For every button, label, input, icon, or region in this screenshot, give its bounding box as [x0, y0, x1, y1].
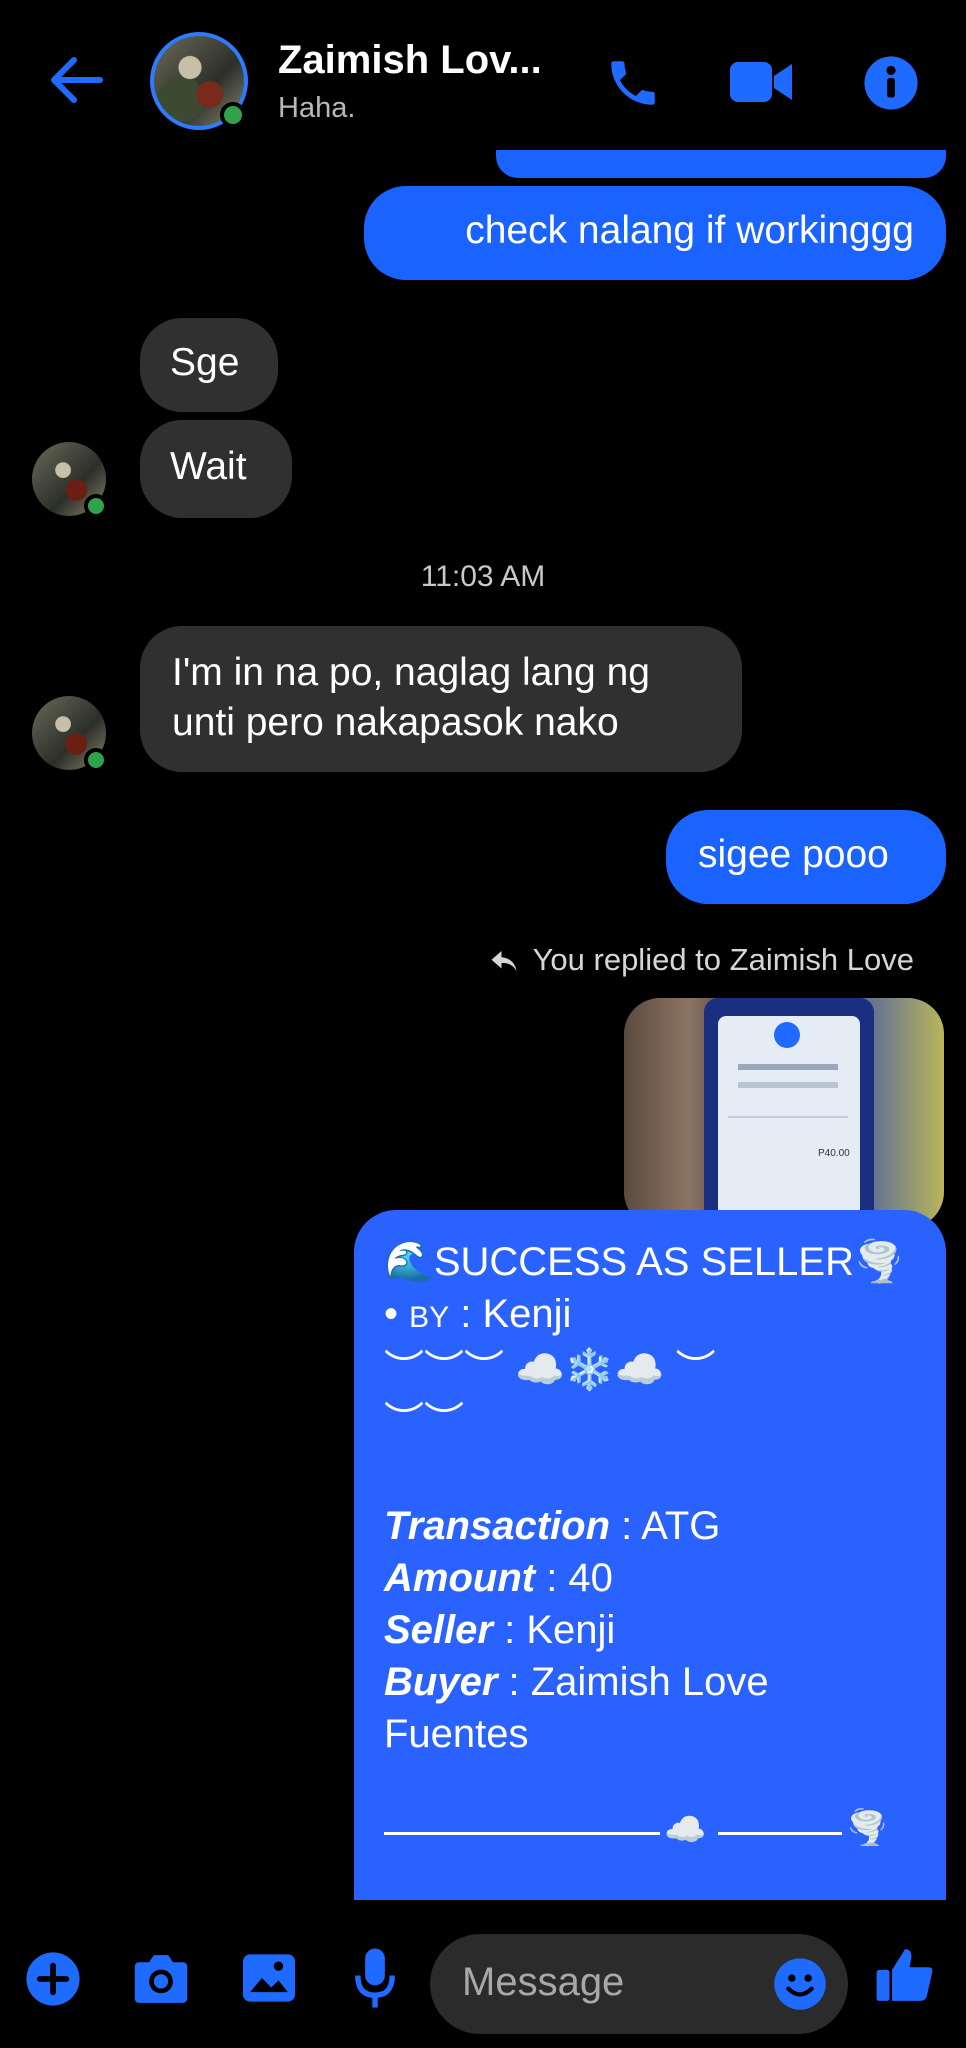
previous-message-bubble[interactable] [496, 150, 946, 178]
contact-status: Haha. [278, 92, 356, 124]
info-icon[interactable] [862, 54, 920, 112]
incoming-message[interactable]: Sge [140, 318, 278, 412]
cloud-icon: ☁️ [664, 1811, 707, 1849]
outgoing-message[interactable]: sigee pooo [666, 810, 946, 904]
tornado-icon: 🌪️ [854, 1240, 904, 1284]
message-text-line: unti pero nakapasok nako [172, 701, 619, 744]
microphone-icon[interactable] [352, 1946, 398, 2010]
card-amount: Amount : 40 [384, 1556, 613, 1600]
phone-call-icon[interactable] [604, 54, 662, 112]
reply-indicator: You replied to Zaimish Love [489, 942, 914, 978]
message-text: Sge [170, 341, 240, 384]
card-buyer: Buyer : Zaimish Love [384, 1660, 769, 1704]
card-seller: Seller : Kenji [384, 1608, 616, 1652]
gallery-icon[interactable] [240, 1952, 298, 2004]
incoming-message[interactable]: Wait [140, 420, 292, 518]
thumbs-up-icon[interactable] [874, 1944, 936, 2006]
phone-screen: P40.00 [718, 1016, 860, 1216]
card-footer-divider: ☁️ 🌪️ [384, 1809, 916, 1852]
app-logo-icon [774, 1022, 800, 1048]
screen-amount: P40.00 [818, 1148, 850, 1159]
card-by: • BY : Kenji [384, 1292, 572, 1336]
card-decoration: ︶︶ [384, 1400, 464, 1444]
tornado-icon: 🌪️ [846, 1809, 889, 1847]
message-input[interactable]: Message [430, 1934, 848, 2034]
incoming-message[interactable]: I'm in na po, naglag lang ng unti pero n… [140, 626, 742, 772]
replied-photo[interactable]: P40.00 [624, 998, 944, 1228]
reply-note-text: You replied to Zaimish Love [532, 942, 914, 977]
online-status-dot [84, 748, 108, 772]
message-text: check nalang if workinggg [465, 209, 914, 252]
message-timestamp: 11:03 AM [420, 560, 546, 593]
wave-icon: 🌊 [384, 1240, 434, 1284]
online-status-dot [84, 494, 108, 518]
contact-name[interactable]: Zaimish Lov... [278, 38, 542, 83]
video-call-icon[interactable] [728, 56, 794, 108]
message-text-line: I'm in na po, naglag lang ng [172, 651, 650, 694]
online-status-dot [220, 102, 246, 128]
screen-divider [728, 1116, 848, 1118]
card-title: 🌊SUCCESS AS SELLER🌪️ [384, 1240, 904, 1284]
plus-icon[interactable] [24, 1950, 82, 2008]
message-text: Wait [170, 445, 247, 488]
reply-arrow-icon [491, 951, 517, 971]
message-text: sigee pooo [698, 833, 889, 876]
card-transaction: Transaction : ATG [384, 1504, 721, 1548]
card-decoration: ︶︶︶ ☁️❄️☁️ ︶ [384, 1348, 716, 1392]
message-placeholder: Message [462, 1960, 625, 2004]
chat-header: Zaimish Lov... Haha. [0, 0, 966, 150]
emoji-icon[interactable] [772, 1956, 828, 2012]
screen-line [738, 1064, 838, 1070]
screen-line [738, 1082, 838, 1088]
outgoing-message[interactable]: check nalang if workinggg [364, 186, 946, 280]
camera-icon[interactable] [130, 1952, 192, 2006]
success-seller-message[interactable]: 🌊SUCCESS AS SELLER🌪️ • BY : Kenji ︶︶︶ ☁️… [354, 1210, 946, 1900]
card-buyer-continued: Fuentes [384, 1712, 529, 1756]
back-arrow-icon[interactable] [42, 50, 112, 110]
phone-in-photo: P40.00 [704, 998, 874, 1228]
